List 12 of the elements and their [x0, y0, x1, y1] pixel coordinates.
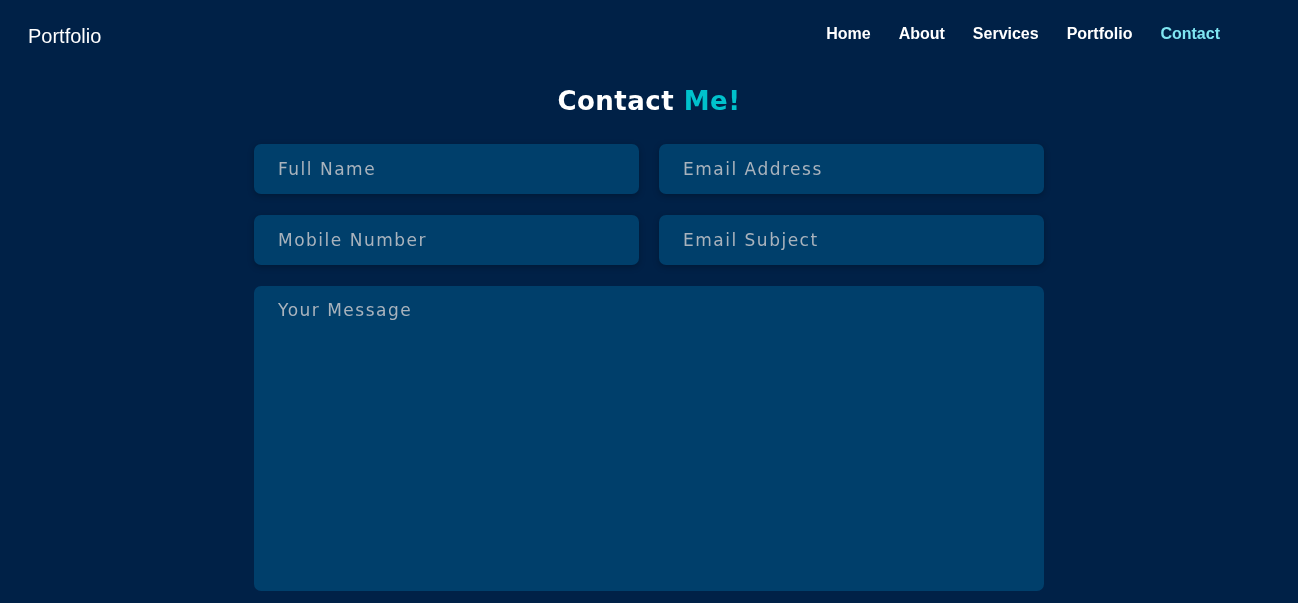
message-field[interactable]: Your Message: [254, 286, 1044, 591]
input-field[interactable]: Email Address: [659, 144, 1044, 194]
input-field[interactable]: Email Subject: [659, 215, 1044, 265]
nav-link[interactable]: Home: [820, 25, 877, 43]
section-heading: Contact Me!: [556, 86, 742, 116]
logo-link[interactable]: Portfolio: [28, 24, 102, 48]
input-field[interactable]: Mobile Number: [254, 215, 639, 265]
nav-link[interactable]: About: [892, 25, 951, 43]
nav-link[interactable]: Portfolio: [1060, 25, 1139, 43]
nav-link[interactable]: Contact: [1154, 25, 1226, 43]
input-field[interactable]: Full Name: [254, 144, 639, 194]
nav-link[interactable]: Services: [966, 25, 1045, 43]
